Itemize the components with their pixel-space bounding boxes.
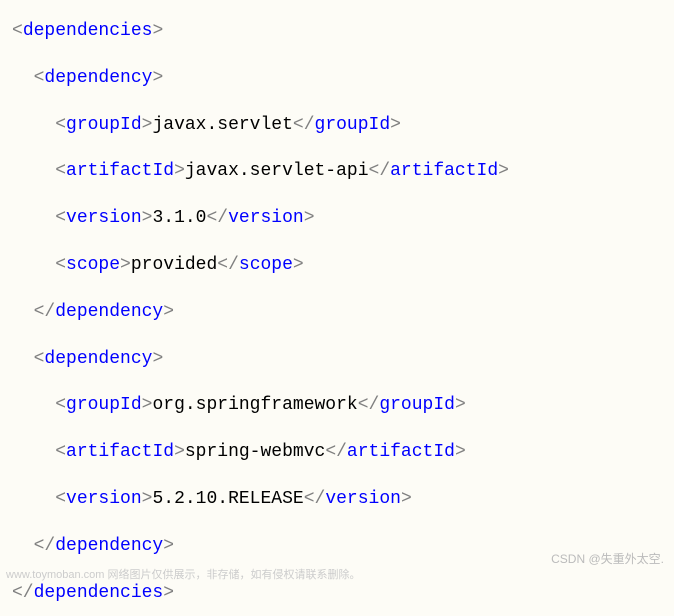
groupid-tag: groupId [66, 395, 142, 415]
groupid-tag: groupId [66, 115, 142, 135]
version-value: 5.2.10.RELEASE [152, 489, 303, 509]
artifactid-tag: artifactId [66, 161, 174, 181]
dependency-tag: dependency [55, 536, 163, 556]
dependencies-tag: dependencies [34, 583, 164, 603]
code-line: <artifactId>javax.servlet-api</artifactI… [12, 148, 662, 195]
artifactid-value: javax.servlet-api [185, 161, 369, 181]
version-tag: version [228, 208, 304, 228]
code-block: <dependencies> <dependency> <groupId>jav… [12, 8, 662, 616]
scope-tag: scope [239, 255, 293, 275]
code-line: <dependency> [12, 55, 662, 102]
version-tag: version [66, 489, 142, 509]
version-value: 3.1.0 [152, 208, 206, 228]
code-line: </dependency> [12, 289, 662, 336]
code-line: <artifactId>spring-webmvc</artifactId> [12, 429, 662, 476]
artifactid-value: spring-webmvc [185, 442, 325, 462]
code-line: <version>3.1.0</version> [12, 195, 662, 242]
code-line: <groupId>org.springframework</groupId> [12, 382, 662, 429]
watermark-right: CSDN @失重外太空. [551, 553, 664, 565]
code-line: <groupId>javax.servlet</groupId> [12, 102, 662, 149]
version-tag: version [325, 489, 401, 509]
code-line: <version>5.2.10.RELEASE</version> [12, 476, 662, 523]
version-tag: version [66, 208, 142, 228]
code-line: <dependencies> [12, 8, 662, 55]
groupid-tag: groupId [315, 115, 391, 135]
groupid-value: javax.servlet [152, 115, 292, 135]
groupid-value: org.springframework [152, 395, 357, 415]
artifactid-tag: artifactId [347, 442, 455, 462]
scope-value: provided [131, 255, 217, 275]
code-line: <scope>provided</scope> [12, 242, 662, 289]
dependency-tag: dependency [44, 68, 152, 88]
watermark-bottom: www.toymoban.com 网络图片仅供展示，非存储，如有侵权请联系删除。 [6, 570, 360, 581]
dependency-tag: dependency [55, 302, 163, 322]
dependencies-tag: dependencies [23, 21, 153, 41]
dependency-tag: dependency [44, 349, 152, 369]
scope-tag: scope [66, 255, 120, 275]
artifactid-tag: artifactId [390, 161, 498, 181]
code-line: <dependency> [12, 336, 662, 383]
groupid-tag: groupId [379, 395, 455, 415]
artifactid-tag: artifactId [66, 442, 174, 462]
